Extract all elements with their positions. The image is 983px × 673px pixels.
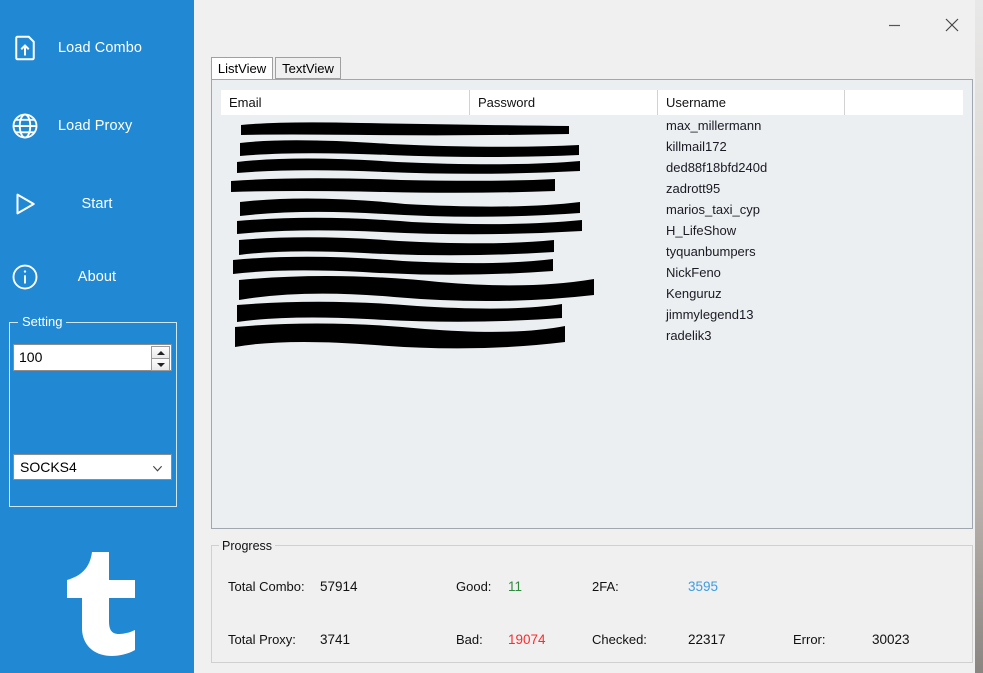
table-row[interactable]: zadrott95 (221, 178, 963, 199)
cell-username: tyquanbumpers (666, 244, 756, 259)
cell-username: NickFeno (666, 265, 721, 280)
minimize-icon (888, 24, 900, 26)
close-button[interactable] (929, 8, 975, 42)
setting-legend: Setting (18, 314, 67, 329)
listview-header: Email Password Username (221, 90, 963, 115)
close-icon (945, 18, 959, 32)
sidebar-item-label: Start (81, 196, 113, 212)
good-value: 11 (508, 579, 523, 594)
cell-username: ded88f18bfd240d (666, 160, 768, 175)
cell-username: Kenguruz (666, 286, 722, 301)
thread-count-input[interactable] (19, 349, 139, 365)
checked-label: Checked: (592, 632, 647, 647)
sidebar-item-load-proxy[interactable]: Load Proxy (0, 98, 194, 154)
bad-label: Bad: (456, 632, 483, 647)
cell-username: zadrott95 (666, 181, 721, 196)
checked-value: 22317 (688, 632, 726, 647)
table-row[interactable]: marios_taxi_cyp (221, 199, 963, 220)
error-label: Error: (793, 632, 826, 647)
listview-panel: Email Password Username max_millermann k… (211, 79, 973, 529)
tab-textview[interactable]: TextView (275, 57, 341, 79)
app-window: Load Combo Load Proxy Start About Settin… (0, 0, 983, 673)
cell-username: H_LifeShow (666, 223, 737, 238)
twofa-label: 2FA: (592, 579, 619, 594)
table-row[interactable]: killmail172 (221, 136, 963, 157)
minimize-button[interactable] (871, 8, 917, 42)
table-row[interactable]: max_millermann (221, 115, 963, 136)
table-row[interactable]: H_LifeShow (221, 220, 963, 241)
table-row[interactable]: tyquanbumpers (221, 241, 963, 262)
total-combo-value: 57914 (320, 579, 358, 594)
column-header-blank[interactable] (845, 90, 963, 115)
table-row[interactable]: radelik3 (221, 325, 963, 346)
stepper-buttons (151, 346, 170, 371)
cell-username: jimmylegend13 (666, 307, 754, 322)
sidebar-item-label: About (77, 269, 117, 285)
proxy-type-select[interactable]: SOCKS4 (13, 454, 172, 480)
error-value: 30023 (872, 632, 910, 647)
total-proxy-label: Total Proxy: (228, 632, 296, 647)
table-row[interactable]: Kenguruz (221, 283, 963, 304)
tumblr-logo (67, 552, 135, 656)
stepper-down-button[interactable] (151, 358, 170, 371)
twofa-value: 3595 (688, 579, 719, 594)
cell-username: killmail172 (666, 139, 727, 154)
table-row[interactable]: NickFeno (221, 262, 963, 283)
good-label: Good: (456, 579, 492, 594)
sidebar-item-label: Load Proxy (58, 118, 133, 134)
cell-username: radelik3 (666, 328, 712, 343)
file-upload-icon (8, 31, 42, 65)
table-row[interactable]: ded88f18bfd240d (221, 157, 963, 178)
sidebar-item-load-combo[interactable]: Load Combo (0, 20, 194, 76)
column-header-email[interactable]: Email (221, 90, 470, 115)
listview-body: max_millermann killmail172 ded88f18bfd24… (221, 115, 963, 515)
total-proxy-value: 3741 (320, 632, 351, 647)
column-header-password[interactable]: Password (470, 90, 658, 115)
globe-icon (8, 109, 42, 143)
tabstrip: ListView TextView (211, 57, 973, 80)
proxy-type-selected-value: SOCKS4 (20, 459, 77, 475)
column-header-username[interactable]: Username (658, 90, 845, 115)
bad-value: 19074 (508, 632, 546, 647)
desktop-edge (975, 0, 983, 673)
sidebar-item-about[interactable]: About (0, 249, 194, 305)
table-row[interactable]: jimmylegend13 (221, 304, 963, 325)
progress-legend: Progress (219, 539, 276, 553)
tab-listview[interactable]: ListView (211, 57, 273, 80)
total-combo-label: Total Combo: (228, 579, 305, 594)
cell-username: max_millermann (666, 118, 762, 133)
sidebar: Load Combo Load Proxy Start About Settin… (0, 0, 194, 673)
stepper-up-button[interactable] (151, 346, 170, 358)
chevron-down-icon (152, 465, 163, 472)
cell-username: marios_taxi_cyp (666, 202, 760, 217)
sidebar-item-label: Load Combo (58, 40, 143, 56)
thread-count-stepper[interactable] (13, 344, 172, 371)
sidebar-item-start[interactable]: Start (0, 176, 194, 232)
